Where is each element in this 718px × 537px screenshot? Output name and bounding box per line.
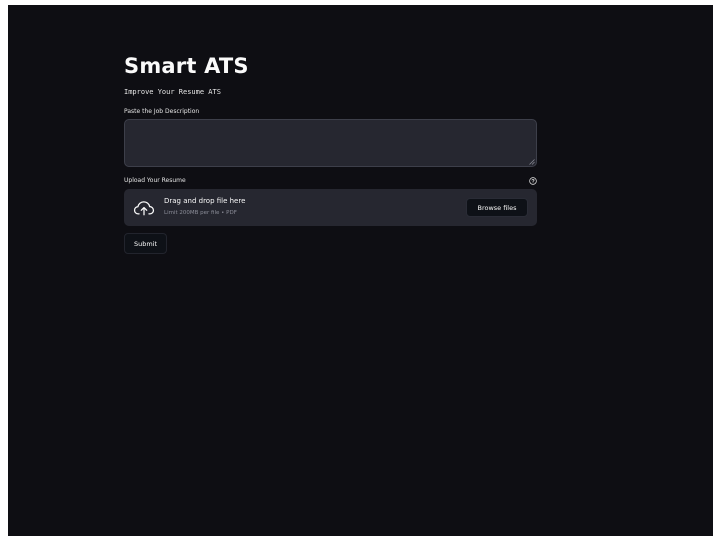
file-dropzone[interactable]: Drag and drop file here Limit 200MB per … <box>124 189 537 226</box>
page-subtitle: Improve Your Resume ATS <box>124 88 221 96</box>
cloud-upload-icon <box>133 201 155 216</box>
dropzone-title: Drag and drop file here <box>164 197 246 205</box>
upload-resume-label: Upload Your Resume <box>124 177 186 184</box>
dropzone-limit-text: Limit 200MB per file • PDF <box>164 210 237 216</box>
resize-handle-icon[interactable] <box>529 159 535 165</box>
job-description-input[interactable] <box>124 119 537 167</box>
question-circle-icon[interactable] <box>529 177 537 185</box>
job-description-label: Paste the Job Description <box>124 108 200 115</box>
app-main: Smart ATS Improve Your Resume ATS Paste … <box>8 5 713 536</box>
browse-files-button[interactable]: Browse files <box>466 198 528 217</box>
submit-button[interactable]: Submit <box>124 233 167 254</box>
page-title: Smart ATS <box>124 54 249 78</box>
